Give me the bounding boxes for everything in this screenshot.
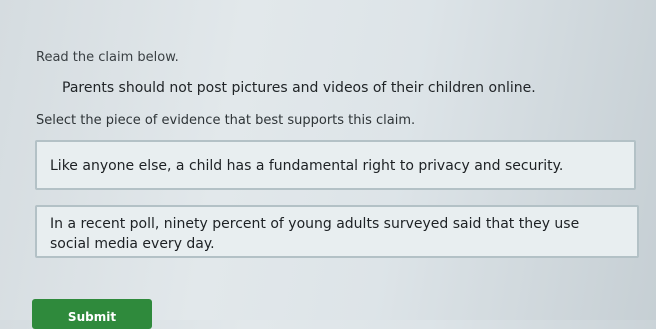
answer-choice-poll[interactable]: In a recent poll, ninety percent of youn… [35,205,639,258]
answer-choice-label: Like anyone else, a child has a fundamen… [50,158,564,174]
answer-choice-label: In a recent poll, ninety percent of youn… [50,216,580,252]
submit-button[interactable]: Submit [32,299,152,329]
question-prompt: Select the piece of evidence that best s… [36,113,416,128]
instruction-text: Read the claim below. [36,50,179,65]
answer-choice-privacy[interactable]: Like anyone else, a child has a fundamen… [35,140,636,190]
claim-text: Parents should not post pictures and vid… [62,80,536,96]
